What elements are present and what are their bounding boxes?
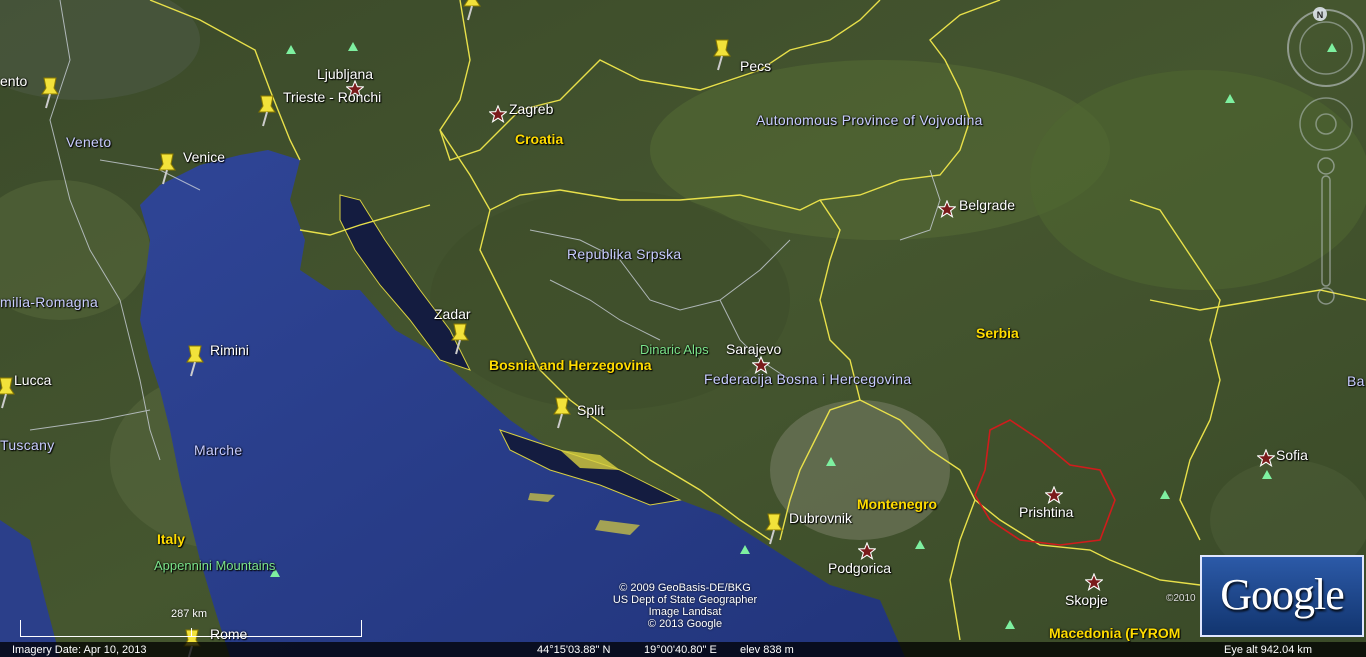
capital-star-icon[interactable] bbox=[858, 542, 876, 560]
label-federacija[interactable]: Federacija Bosna i Hercegovina bbox=[704, 372, 911, 386]
label-sofia[interactable]: Sofia bbox=[1276, 448, 1308, 462]
imagery-date: Imagery Date: Apr 10, 2013 bbox=[12, 644, 147, 656]
label-tuscany[interactable]: Tuscany bbox=[0, 438, 55, 452]
placemark-pin-icon[interactable] bbox=[762, 510, 786, 546]
map-view[interactable]: Ljubljana Trieste - Ronchi Zagreb Croati… bbox=[0, 0, 1366, 657]
imagery-attribution: © 2009 GeoBasis-DE/BKG US Dept of State … bbox=[560, 582, 810, 630]
elevation-readout: elev 838 m bbox=[740, 644, 794, 656]
attribution-line: © 2013 Google bbox=[647, 618, 723, 630]
label-marche[interactable]: Marche bbox=[194, 443, 242, 457]
label-skopje[interactable]: Skopje bbox=[1065, 593, 1108, 607]
label-venice[interactable]: Venice bbox=[183, 150, 225, 164]
placemark-pin-icon[interactable] bbox=[550, 394, 574, 430]
zoom-slider[interactable] bbox=[1317, 157, 1335, 305]
label-croatia[interactable]: Croatia bbox=[515, 132, 563, 146]
attribution-line: Image Landsat bbox=[648, 606, 722, 618]
peak-icon bbox=[286, 45, 296, 54]
label-dubrovnik[interactable]: Dubrovnik bbox=[789, 511, 852, 525]
label-dinaric-alps[interactable]: Dinaric Alps bbox=[640, 343, 709, 356]
label-appennini-mountains[interactable]: Appennini Mountains bbox=[154, 559, 275, 572]
attribution-line: © 2009 GeoBasis-DE/BKG bbox=[619, 582, 751, 594]
label-serbia[interactable]: Serbia bbox=[976, 326, 1019, 340]
placemark-pin-icon[interactable] bbox=[183, 342, 207, 378]
capital-star-icon[interactable] bbox=[938, 200, 956, 218]
label-zadar[interactable]: Zadar bbox=[434, 307, 471, 321]
label-sarajevo[interactable]: Sarajevo bbox=[726, 342, 781, 356]
attribution-line: US Dept of State Geographer bbox=[612, 594, 758, 606]
latitude-readout: 44°15'03.88" N bbox=[537, 644, 611, 656]
eye-altitude-readout: Eye alt 942.04 km bbox=[1224, 644, 1313, 656]
scale-label: 287 km bbox=[171, 608, 208, 620]
placemark-pin-icon[interactable] bbox=[255, 92, 279, 128]
peak-icon bbox=[1160, 490, 1170, 499]
label-ento[interactable]: ento bbox=[0, 74, 27, 88]
peak-icon bbox=[1225, 94, 1235, 103]
placemark-pin-icon[interactable] bbox=[710, 36, 734, 72]
placemark-pin-icon[interactable] bbox=[38, 74, 62, 110]
peak-icon bbox=[1005, 620, 1015, 629]
placemark-pin-icon[interactable] bbox=[448, 320, 472, 356]
compass-ring-icon[interactable] bbox=[1287, 7, 1365, 87]
label-ba[interactable]: Ba bbox=[1347, 374, 1365, 388]
label-rimini[interactable]: Rimini bbox=[210, 343, 249, 357]
capital-star-icon[interactable] bbox=[489, 105, 507, 123]
capital-star-icon[interactable] bbox=[1085, 573, 1103, 591]
peak-icon bbox=[740, 545, 750, 554]
navigation-controls[interactable]: N bbox=[1286, 0, 1366, 320]
peak-icon bbox=[1262, 470, 1272, 479]
compass-north-label: N bbox=[1317, 10, 1324, 20]
placemark-pin-icon[interactable] bbox=[460, 0, 484, 22]
look-joystick-icon[interactable] bbox=[1299, 97, 1353, 151]
label-lucca[interactable]: Lucca bbox=[14, 373, 51, 387]
peak-icon bbox=[826, 457, 836, 466]
scale-bar bbox=[20, 620, 362, 637]
label-italy[interactable]: Italy bbox=[157, 532, 185, 546]
google-logo-text: Google bbox=[1220, 570, 1345, 619]
peak-icon bbox=[348, 42, 358, 51]
label-republika-srpska[interactable]: Republika Srpska bbox=[567, 247, 682, 261]
side-copyright: ©2010 bbox=[1166, 593, 1196, 604]
label-split[interactable]: Split bbox=[577, 403, 604, 417]
longitude-readout: 19°00'40.80" E bbox=[644, 644, 717, 656]
label-prishtina[interactable]: Prishtina bbox=[1019, 505, 1073, 519]
label-podgorica[interactable]: Podgorica bbox=[828, 561, 891, 575]
peak-icon bbox=[915, 540, 925, 549]
label-montenegro[interactable]: Montenegro bbox=[857, 497, 937, 511]
status-bar: Imagery Date: Apr 10, 2013 44°15'03.88" … bbox=[0, 642, 1366, 657]
label-pecs[interactable]: Pecs bbox=[740, 59, 771, 73]
label-belgrade[interactable]: Belgrade bbox=[959, 198, 1015, 212]
label-zagreb[interactable]: Zagreb bbox=[509, 102, 553, 116]
placemark-pin-icon[interactable] bbox=[155, 150, 179, 186]
capital-star-icon[interactable] bbox=[1257, 449, 1275, 467]
google-logo: Google bbox=[1200, 555, 1364, 637]
label-emilia-romagna[interactable]: milia-Romagna bbox=[0, 295, 98, 309]
label-trieste-ronchi[interactable]: Trieste - Ronchi bbox=[283, 90, 381, 104]
label-vojvodina[interactable]: Autonomous Province of Vojvodina bbox=[756, 113, 983, 127]
label-veneto[interactable]: Veneto bbox=[66, 135, 111, 149]
label-bosnia-and-herzegovina[interactable]: Bosnia and Herzegovina bbox=[489, 358, 652, 372]
label-ljubljana[interactable]: Ljubljana bbox=[317, 67, 373, 81]
label-macedonia[interactable]: Macedonia (FYROM bbox=[1049, 626, 1180, 640]
capital-star-icon[interactable] bbox=[1045, 486, 1063, 504]
